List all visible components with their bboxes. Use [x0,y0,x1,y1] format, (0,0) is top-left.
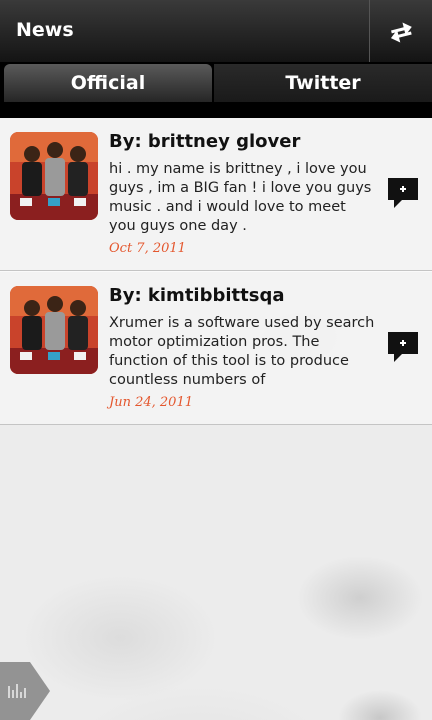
refresh-button[interactable] [369,0,432,62]
post-date: Oct 7, 2011 [109,241,186,256]
post-author: By: kimtibbittsqa [109,285,285,306]
tab-twitter[interactable]: Twitter [214,64,432,102]
app-header: News [0,0,432,63]
post-author: By: brittney glover [109,131,301,152]
news-list: By: brittney glover hi . my name is brit… [0,118,432,425]
add-comment-icon[interactable] [386,330,420,364]
tab-official[interactable]: Official [4,64,212,102]
tab-bar: Official Twitter [0,62,432,118]
add-comment-icon[interactable] [386,176,420,210]
post-text: Xrumer is a software used by search moto… [109,315,375,388]
list-item[interactable]: By: brittney glover hi . my name is brit… [0,118,432,271]
page-title: News [16,19,74,41]
post-thumbnail [10,286,98,374]
refresh-icon [390,22,412,43]
post-thumbnail [10,132,98,220]
post-date: Jun 24, 2011 [109,395,193,410]
list-item[interactable]: By: kimtibbittsqa Xrumer is a software u… [0,271,432,425]
post-text: hi . my name is brittney , i love you gu… [109,161,372,234]
equalizer-tab[interactable] [0,662,52,720]
